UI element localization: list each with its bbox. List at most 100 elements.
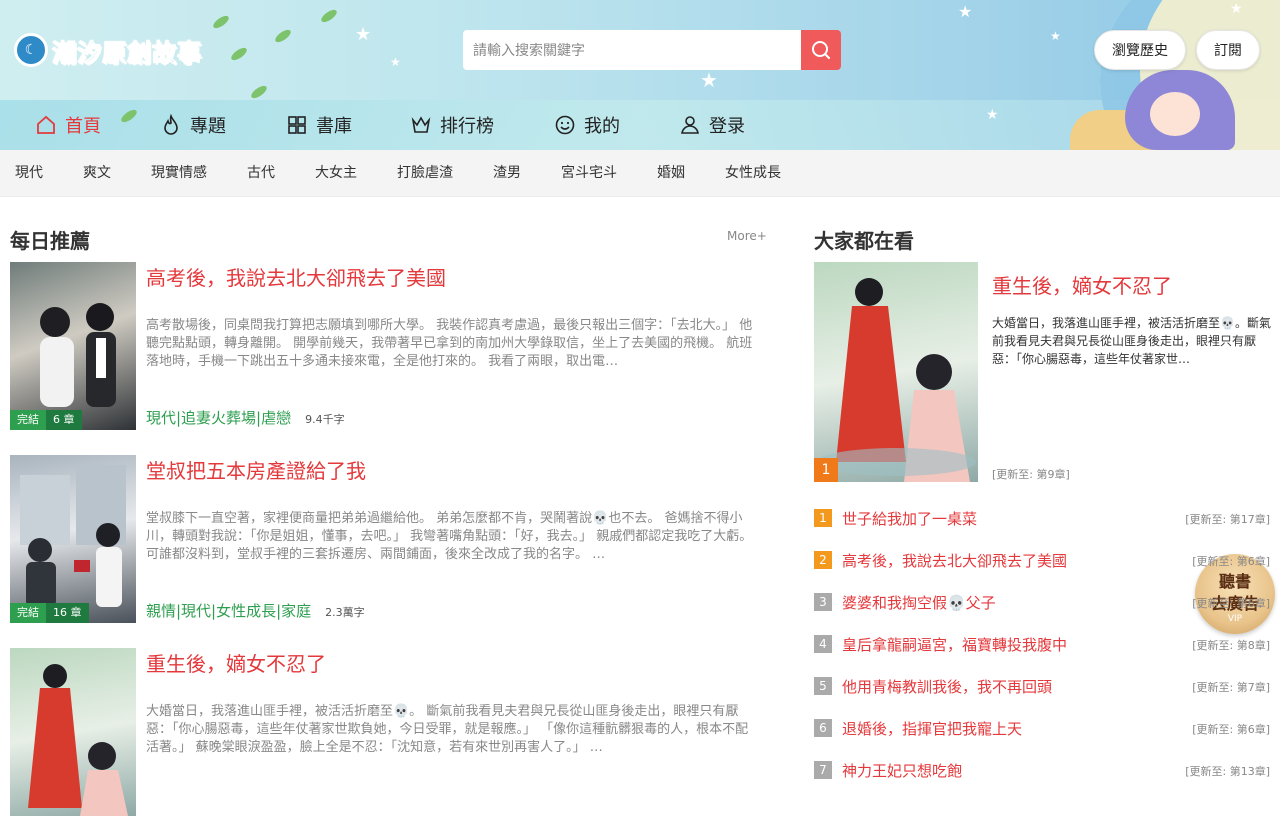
ranking-item[interactable]: 4 皇后拿龍嗣逼宮，福寶轉投我腹中 [更新至: 第8章] xyxy=(814,634,1270,654)
rank-title[interactable]: 神力王妃只想吃飽 xyxy=(842,760,962,781)
rank-title[interactable]: 他用青梅教訓我後，我不再回頭 xyxy=(842,676,1052,697)
rank-title[interactable]: 退婚後，指揮官把我寵上天 xyxy=(842,718,1022,739)
rank-title[interactable]: 婆婆和我掏空假💀父子 xyxy=(842,592,996,613)
history-button[interactable]: 瀏覽歷史 xyxy=(1094,30,1186,70)
category-item[interactable]: 宮斗宅斗 xyxy=(561,150,617,197)
rank-update: [更新至: 第7章] xyxy=(1192,681,1270,694)
star-icon: ★ xyxy=(700,68,718,92)
ranking-item[interactable]: 1 世子給我加了一桌菜 [更新至: 第17章] xyxy=(814,508,1270,528)
subscribe-button[interactable]: 訂閱 xyxy=(1196,30,1260,70)
category-item[interactable]: 現實情感 xyxy=(151,150,207,197)
user-icon xyxy=(681,116,699,134)
rank-title[interactable]: 世子給我加了一桌菜 xyxy=(842,508,977,529)
ranking-item[interactable]: 3 婆婆和我掏空假💀父子 [更新至: 第6章] xyxy=(814,592,1270,612)
nav-label: 書庫 xyxy=(316,116,352,137)
book-meta: 親情|現代|女性成長|家庭 2.3萬字 xyxy=(146,600,365,621)
cover-illustration xyxy=(20,465,126,607)
nav-topics[interactable]: 專題 xyxy=(160,100,226,150)
star-icon: ★ xyxy=(958,2,973,21)
book-card[interactable]: 重生後，嫡女不忍了 大婚當日，我落進山匪手裡，被活活折磨至💀。 斷氣前我看見夫君… xyxy=(10,648,770,816)
search-bar xyxy=(463,30,841,70)
girl-face-illustration xyxy=(1150,92,1200,136)
ranking-item[interactable]: 2 高考後，我說去北大卻飛去了美國 [更新至: 第6章] xyxy=(814,550,1270,570)
book-meta: 現代|追妻火葬場|虐戀 9.4千字 xyxy=(146,407,345,428)
book-title[interactable]: 重生後，嫡女不忍了 xyxy=(146,648,326,677)
rank-update: [更新至: 第6章] xyxy=(1192,597,1270,610)
nav-label: 專題 xyxy=(190,116,226,137)
logo-text: 潮汐原創故事 xyxy=(52,37,202,67)
category-item[interactable]: 婚姻 xyxy=(657,150,685,197)
ranking-item[interactable]: 7 神力王妃只想吃飽 [更新至: 第13章] xyxy=(814,760,1270,780)
vip-line-3: VIP xyxy=(1227,614,1243,624)
more-link[interactable]: More+ xyxy=(727,229,767,243)
nav-label: 登录 xyxy=(709,116,745,137)
cover-illustration xyxy=(816,278,976,482)
featured-book-title[interactable]: 重生後，嫡女不忍了 xyxy=(992,270,1172,299)
rank-update: [更新至: 第17章] xyxy=(1185,513,1270,526)
cover-illustration xyxy=(28,664,128,816)
logo-moon-icon: ☾ xyxy=(14,33,48,67)
search-button[interactable] xyxy=(801,30,841,70)
category-item[interactable]: 大女主 xyxy=(315,150,357,197)
nav-ranking[interactable]: 排行榜 xyxy=(410,100,494,150)
search-input[interactable] xyxy=(463,30,801,70)
star-icon: ★ xyxy=(390,55,401,69)
rank-number: 4 xyxy=(814,635,832,653)
category-bar: 現代 爽文 現實情感 古代 大女主 打臉虐渣 渣男 宮斗宅斗 婚姻 女性成長 xyxy=(0,150,1280,197)
status-label: 完結 xyxy=(10,410,46,430)
nav-label: 首頁 xyxy=(65,116,101,137)
chapter-count: 16 章 xyxy=(46,603,89,623)
star-icon: ★ xyxy=(986,107,999,123)
star-icon: ★ xyxy=(1230,1,1243,17)
book-description: 高考散場後，同桌問我打算把志願填到哪所大學。 我裝作認真考慮過，最後只報出三個字… xyxy=(146,318,753,369)
featured-rank-badge: 1 xyxy=(814,458,838,482)
nav-login[interactable]: 登录 xyxy=(679,100,745,150)
search-icon xyxy=(812,41,830,59)
nav-label: 我的 xyxy=(584,116,620,137)
rank-update: [更新至: 第13章] xyxy=(1185,765,1270,778)
book-card[interactable]: 完結 16 章 堂叔把五本房產證給了我 堂叔膝下一直空著，家裡便商量把弟弟過繼給… xyxy=(10,455,770,623)
category-item[interactable]: 女性成長 xyxy=(725,150,781,197)
nav-library[interactable]: 書庫 xyxy=(286,100,352,150)
rank-title[interactable]: 高考後，我說去北大卻飛去了美國 xyxy=(842,550,1067,571)
book-card[interactable]: 完結 6 章 高考後，我說去北大卻飛去了美國 高考散場後，同桌問我打算把志願填到… xyxy=(10,262,770,430)
rank-update: [更新至: 第6章] xyxy=(1192,723,1270,736)
home-icon xyxy=(37,115,55,134)
rank-number: 5 xyxy=(814,677,832,695)
book-cover[interactable] xyxy=(10,648,136,816)
featured-book-cover[interactable]: 1 xyxy=(814,262,978,482)
featured-book-description: 大婚當日，我落進山匪手裡，被活活折磨至💀。斷氣前我看見夫君與兄長從山匪身後走出，… xyxy=(992,316,1271,366)
rank-number: 1 xyxy=(814,509,832,527)
rank-number: 3 xyxy=(814,593,832,611)
rank-title[interactable]: 皇后拿龍嗣逼宮，福寶轉投我腹中 xyxy=(842,634,1067,655)
category-item[interactable]: 渣男 xyxy=(493,150,521,197)
featured-book[interactable]: 1 重生後，嫡女不忍了 大婚當日，我落進山匪手裡，被活活折磨至💀。斷氣前我看見夫… xyxy=(814,262,1274,482)
fire-icon xyxy=(164,114,178,135)
book-cover[interactable]: 完結 16 章 xyxy=(10,455,136,623)
star-icon: ★ xyxy=(355,24,372,45)
book-tags[interactable]: 親情|現代|女性成長|家庭 xyxy=(146,600,311,621)
category-item[interactable]: 古代 xyxy=(247,150,275,197)
nav-home[interactable]: 首頁 xyxy=(35,100,101,150)
smile-icon xyxy=(555,115,575,135)
word-count: 2.3萬字 xyxy=(325,606,365,619)
category-item[interactable]: 爽文 xyxy=(83,150,111,197)
book-title[interactable]: 高考後，我說去北大卻飛去了美國 xyxy=(146,262,446,291)
status-label: 完結 xyxy=(10,603,46,623)
book-tags[interactable]: 現代|追妻火葬場|虐戀 xyxy=(146,407,291,428)
nav-mine[interactable]: 我的 xyxy=(554,100,620,150)
daily-section-title: 每日推薦 xyxy=(10,229,90,253)
book-title[interactable]: 堂叔把五本房產證給了我 xyxy=(146,455,366,484)
star-icon: ★ xyxy=(1050,29,1061,43)
category-item[interactable]: 現代 xyxy=(15,150,43,197)
ranking-item[interactable]: 5 他用青梅教訓我後，我不再回頭 [更新至: 第7章] xyxy=(814,676,1270,696)
crown-icon xyxy=(411,116,431,133)
book-status-tag: 完結 6 章 xyxy=(10,410,82,430)
featured-book-update: [更新至: 第9章] xyxy=(992,468,1070,481)
site-logo[interactable]: ☾ 潮汐原創故事 xyxy=(14,24,206,76)
grid-icon xyxy=(288,116,306,134)
ranking-item[interactable]: 6 退婚後，指揮官把我寵上天 [更新至: 第6章] xyxy=(814,718,1270,738)
category-item[interactable]: 打臉虐渣 xyxy=(397,150,453,197)
popular-section-title: 大家都在看 xyxy=(814,229,914,253)
book-cover[interactable]: 完結 6 章 xyxy=(10,262,136,430)
